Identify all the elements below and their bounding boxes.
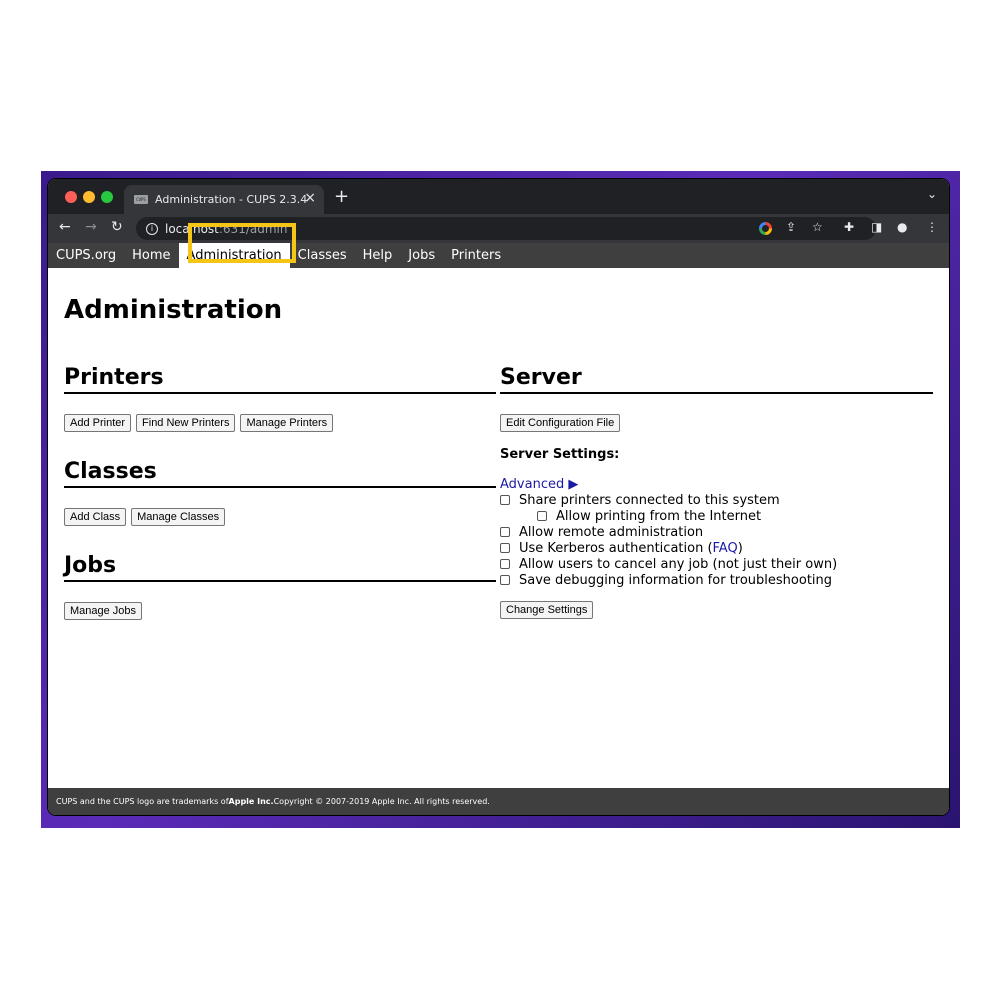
profile-avatar-icon[interactable]: ● [897, 220, 907, 234]
change-settings-button[interactable]: Change Settings [500, 601, 594, 619]
server-settings-title: Server Settings: [500, 447, 620, 462]
share-icon[interactable]: ⇪ [786, 220, 796, 234]
edit-configuration-file-button[interactable]: Edit Configuration File [500, 414, 621, 432]
add-printer-button[interactable]: Add Printer [64, 414, 132, 432]
bookmark-star-icon[interactable]: ☆ [812, 220, 823, 234]
jobs-heading: Jobs [64, 553, 496, 582]
manage-classes-button[interactable]: Manage Classes [131, 508, 226, 526]
browser-menu-icon[interactable]: ⋮ [926, 220, 938, 234]
footer-text-before: CUPS and the CUPS logo are trademarks of [56, 797, 229, 806]
cups-nav-bar: CUPS.org Home Administration Classes Hel… [48, 243, 949, 268]
nav-cups-org[interactable]: CUPS.org [48, 243, 124, 268]
remote-admin-option[interactable]: Allow remote administration [500, 524, 933, 540]
page-content: Administration Printers Add Printer Find… [48, 268, 949, 788]
kerberos-option[interactable]: Use Kerberos authentication (FAQ) [500, 540, 933, 556]
add-class-button[interactable]: Add Class [64, 508, 127, 526]
kerberos-checkbox[interactable] [500, 543, 510, 553]
tab-close-icon[interactable]: × [304, 190, 316, 206]
nav-jobs[interactable]: Jobs [400, 243, 443, 268]
cancel-jobs-label: Allow users to cancel any job (not just … [519, 556, 838, 572]
advanced-toggle[interactable]: Advanced ▶ [500, 477, 933, 492]
extensions-puzzle-icon[interactable]: ✚ [844, 220, 854, 234]
minimize-window-button[interactable] [83, 191, 95, 203]
page-footer: CUPS and the CUPS logo are trademarks of… [48, 788, 949, 815]
maximize-window-button[interactable] [101, 191, 113, 203]
share-printers-checkbox[interactable] [500, 495, 510, 505]
manage-printers-highlight [188, 223, 296, 263]
manage-printers-button[interactable]: Manage Printers [240, 414, 334, 432]
reload-icon[interactable]: ↻ [111, 219, 123, 235]
remote-admin-checkbox[interactable] [500, 527, 510, 537]
kerberos-label-close: ) [737, 540, 743, 556]
allow-internet-option[interactable]: Allow printing from the Internet [500, 508, 933, 524]
classes-heading: Classes [64, 459, 496, 488]
debug-option[interactable]: Save debugging information for troublesh… [500, 572, 933, 588]
google-lens-icon[interactable] [759, 222, 772, 235]
kerberos-label: Use Kerberos authentication ( [519, 540, 713, 556]
nav-printers[interactable]: Printers [443, 243, 509, 268]
forward-arrow-icon[interactable]: → [85, 219, 97, 235]
footer-company: Apple Inc. [228, 797, 274, 806]
nav-classes[interactable]: Classes [290, 243, 355, 268]
tab-strip: CUPS Administration - CUPS 2.3.4 × + ⌄ [48, 179, 949, 214]
printers-buttons: Add Printer Find New Printers Manage Pri… [64, 414, 496, 434]
server-heading: Server [500, 365, 933, 394]
change-settings-row: Change Settings [500, 601, 933, 621]
debug-checkbox[interactable] [500, 575, 510, 585]
server-buttons: Edit Configuration File [500, 414, 933, 434]
cups-favicon-icon: CUPS [134, 195, 148, 204]
new-tab-icon[interactable]: + [334, 186, 349, 207]
cancel-jobs-option[interactable]: Allow users to cancel any job (not just … [500, 556, 933, 572]
left-column: Printers Add Printer Find New Printers M… [64, 365, 496, 622]
allow-internet-checkbox[interactable] [537, 511, 547, 521]
printers-heading: Printers [64, 365, 496, 394]
allow-internet-label: Allow printing from the Internet [556, 508, 762, 524]
classes-buttons: Add Class Manage Classes [64, 508, 496, 528]
debug-label: Save debugging information for troublesh… [519, 572, 833, 588]
share-printers-label: Share printers connected to this system [519, 492, 780, 508]
tab-search-chevron-icon[interactable]: ⌄ [927, 187, 937, 201]
site-info-icon[interactable]: i [146, 222, 158, 235]
faq-link[interactable]: FAQ [713, 541, 738, 556]
back-arrow-icon[interactable]: ← [59, 219, 71, 235]
page-title: Administration [64, 295, 283, 325]
nav-home[interactable]: Home [124, 243, 178, 268]
right-column: Server Edit Configuration File Server Se… [500, 365, 933, 621]
footer-text-after: Copyright © 2007-2019 Apple Inc. All rig… [273, 797, 490, 806]
share-printers-option[interactable]: Share printers connected to this system [500, 492, 933, 508]
tab-title: Administration - CUPS 2.3.4 [155, 193, 308, 206]
nav-help[interactable]: Help [355, 243, 401, 268]
browser-window: CUPS Administration - CUPS 2.3.4 × + ⌄ ←… [48, 179, 949, 815]
browser-tab[interactable]: CUPS Administration - CUPS 2.3.4 × [124, 185, 324, 214]
side-panel-icon[interactable]: ◨ [871, 220, 882, 234]
browser-toolbar: ← → ↻ i localhost:631/admin ⇪ ☆ ✚ ◨ ● ⋮ [48, 214, 949, 243]
find-new-printers-button[interactable]: Find New Printers [136, 414, 236, 432]
jobs-buttons: Manage Jobs [64, 602, 496, 622]
cancel-jobs-checkbox[interactable] [500, 559, 510, 569]
manage-jobs-button[interactable]: Manage Jobs [64, 602, 143, 620]
close-window-button[interactable] [65, 191, 77, 203]
remote-admin-label: Allow remote administration [519, 524, 704, 540]
